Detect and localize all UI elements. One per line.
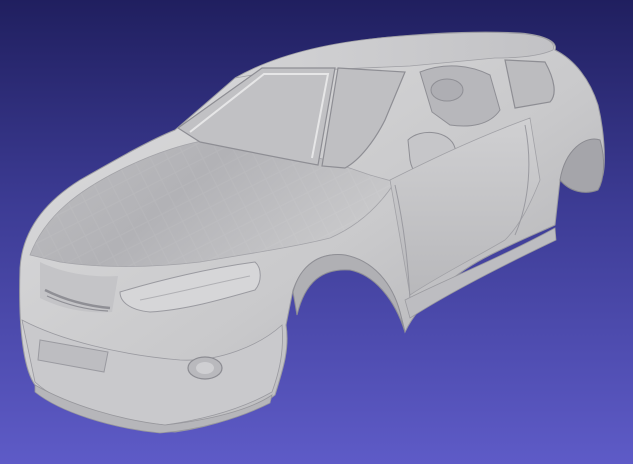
3d-viewport[interactable] xyxy=(0,0,633,464)
car-body-mesh-render[interactable] xyxy=(0,0,633,464)
